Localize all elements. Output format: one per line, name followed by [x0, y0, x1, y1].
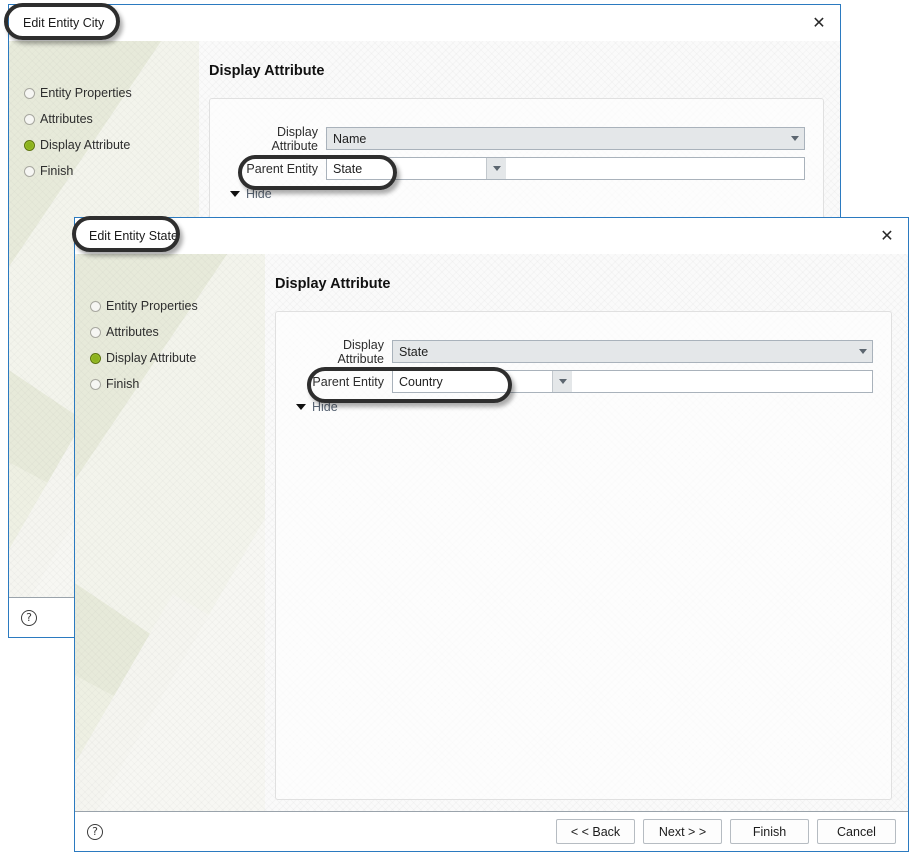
- wizard-sidebar-state: Entity Properties Attributes Display Att…: [75, 254, 265, 811]
- display-attribute-select[interactable]: State: [392, 340, 873, 363]
- next-button[interactable]: Next > >: [643, 819, 722, 844]
- display-attribute-value: Name: [333, 131, 367, 146]
- page-title-city: Display Attribute: [209, 63, 325, 79]
- display-attribute-label: Display Attribute: [271, 124, 318, 153]
- parent-entity-value[interactable]: Country: [393, 371, 553, 392]
- hide-label: Hide: [312, 400, 338, 414]
- dialog-body-state: Entity Properties Attributes Display Att…: [75, 254, 908, 811]
- step-label: Display Attribute: [40, 138, 131, 152]
- step-label: Finish: [40, 164, 74, 178]
- display-attribute-label: Display Attribute: [337, 337, 384, 366]
- close-icon[interactable]: ✕: [806, 11, 832, 35]
- footer-button-group: < < Back Next > > Finish Cancel: [556, 819, 896, 844]
- parent-entity-select[interactable]: State: [326, 157, 805, 180]
- parent-entity-value[interactable]: State: [327, 158, 487, 179]
- dialog-title-city: Edit Entity City: [23, 16, 105, 30]
- dialog-title-state: Edit Entity State: [89, 229, 178, 243]
- display-attribute-value: State: [399, 344, 429, 359]
- field-row-display-attribute-city: Display Attribute Name: [228, 124, 805, 153]
- caret-down-icon: [296, 404, 306, 410]
- caret-down-icon: [230, 191, 240, 197]
- page-title-state: Display Attribute: [275, 276, 391, 292]
- radio-selected-icon: [24, 139, 35, 151]
- back-button[interactable]: < < Back: [556, 819, 635, 844]
- dialog-edit-entity-state[interactable]: Edit Entity State ✕ Entity Properties At…: [74, 217, 909, 852]
- wizard-steps-city: Entity Properties Attributes Display Att…: [9, 41, 199, 184]
- display-attribute-select[interactable]: Name: [326, 127, 805, 150]
- radio-icon: [24, 165, 35, 177]
- sidebar-item-display-attribute[interactable]: Display Attribute: [24, 132, 199, 158]
- parent-entity-select[interactable]: Country: [392, 370, 873, 393]
- sidebar-item-attributes[interactable]: Attributes: [90, 319, 265, 345]
- step-label: Finish: [106, 377, 140, 391]
- form-panel-state: Display Attribute State Parent Entity Co…: [275, 311, 892, 800]
- step-label: Entity Properties: [40, 86, 132, 100]
- wizard-steps-state: Entity Properties Attributes Display Att…: [75, 254, 265, 397]
- step-label: Attributes: [40, 112, 93, 126]
- sidebar-item-finish[interactable]: Finish: [24, 158, 199, 184]
- help-icon[interactable]: ?: [21, 609, 37, 626]
- radio-selected-icon: [90, 352, 101, 364]
- titlebar-state: Edit Entity State ✕: [75, 218, 908, 254]
- chevron-down-icon[interactable]: [853, 341, 872, 362]
- parent-entity-label: Parent Entity: [246, 161, 318, 176]
- step-label: Entity Properties: [106, 299, 198, 313]
- titlebar-city: Edit Entity City ✕: [9, 5, 840, 41]
- help-icon[interactable]: ?: [87, 823, 103, 840]
- parent-entity-label: Parent Entity: [312, 374, 384, 389]
- field-row-parent-entity-state: Parent Entity Country: [294, 370, 873, 393]
- close-icon[interactable]: ✕: [874, 224, 900, 248]
- sidebar-item-finish[interactable]: Finish: [90, 371, 265, 397]
- chevron-down-icon[interactable]: [553, 371, 572, 392]
- radio-icon: [24, 87, 35, 99]
- finish-button[interactable]: Finish: [730, 819, 809, 844]
- field-row-display-attribute-state: Display Attribute State: [294, 337, 873, 366]
- radio-icon: [90, 326, 101, 338]
- footer-state: ? < < Back Next > > Finish Cancel: [75, 811, 908, 851]
- chevron-down-icon[interactable]: [785, 128, 804, 149]
- sidebar-item-entity-properties[interactable]: Entity Properties: [90, 293, 265, 319]
- sidebar-item-attributes[interactable]: Attributes: [24, 106, 199, 132]
- chevron-down-icon[interactable]: [487, 158, 506, 179]
- hide-label: Hide: [246, 187, 272, 201]
- content-area-state: Display Attribute Display Attribute Stat…: [265, 254, 908, 811]
- radio-icon: [90, 378, 101, 390]
- sidebar-item-display-attribute[interactable]: Display Attribute: [90, 345, 265, 371]
- sidebar-item-entity-properties[interactable]: Entity Properties: [24, 80, 199, 106]
- radio-icon: [24, 113, 35, 125]
- hide-toggle-state[interactable]: Hide: [296, 400, 338, 414]
- hide-toggle-city[interactable]: Hide: [230, 187, 272, 201]
- step-label: Attributes: [106, 325, 159, 339]
- cancel-button[interactable]: Cancel: [817, 819, 896, 844]
- step-label: Display Attribute: [106, 351, 197, 365]
- radio-icon: [90, 300, 101, 312]
- field-row-parent-entity-city: Parent Entity State: [228, 157, 805, 180]
